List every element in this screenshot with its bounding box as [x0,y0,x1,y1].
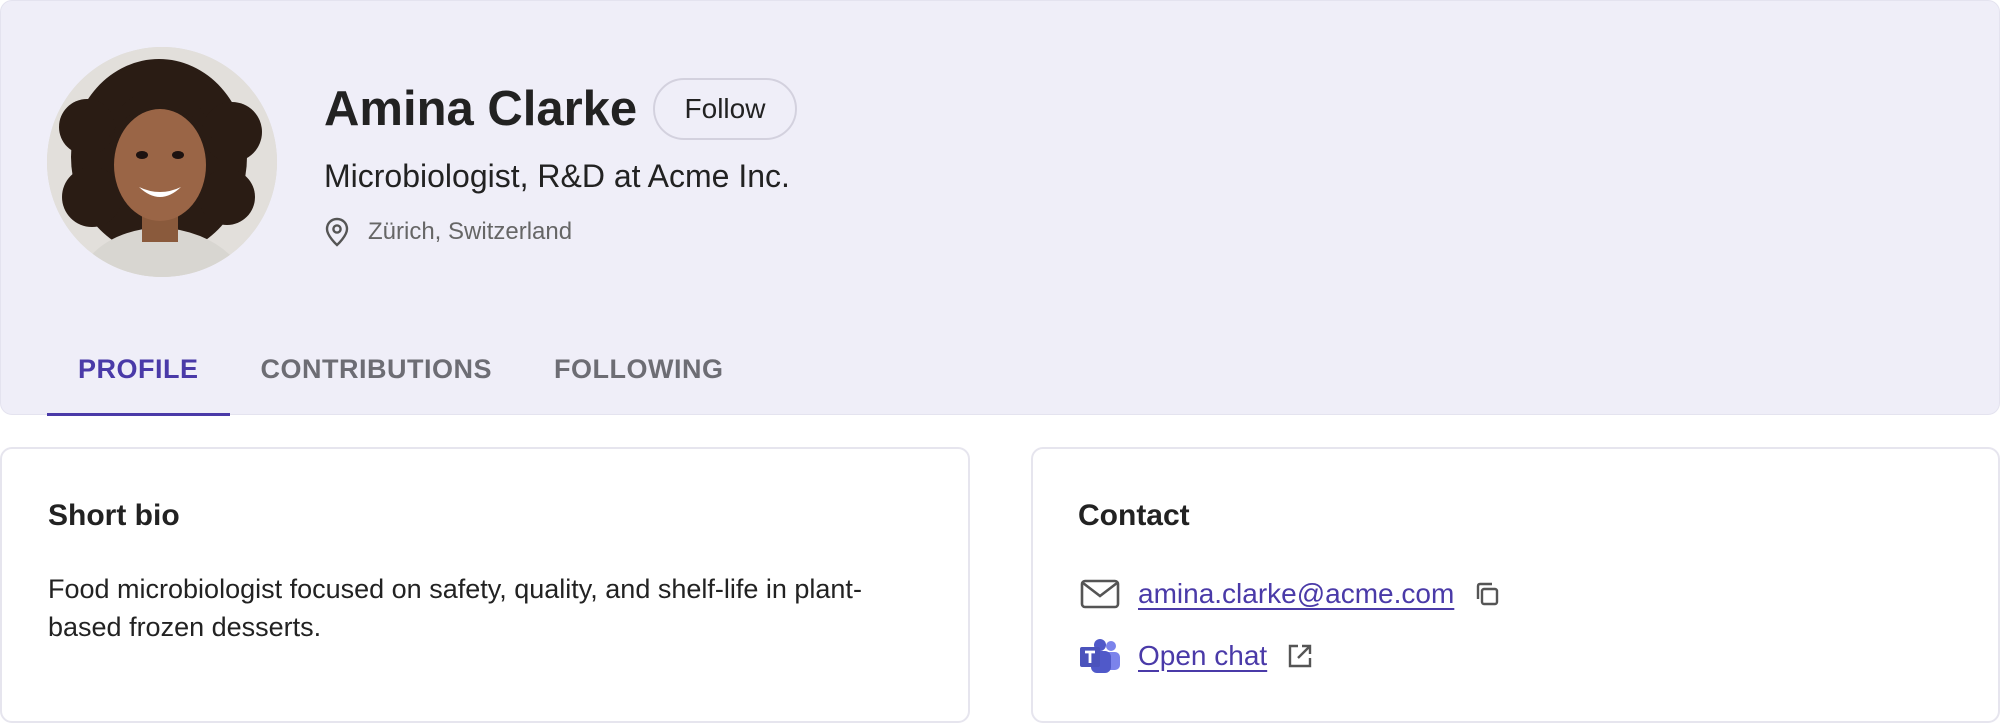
tab-profile[interactable]: PROFILE [47,336,230,416]
short-bio-card: Short bio Food microbiologist focused on… [0,447,970,723]
chat-row: Open chat [1078,634,1315,678]
bio-text: Food microbiologist focused on safety, q… [48,574,862,642]
contact-card: Contact amina.clarke@acme.com Open chat [1031,447,2000,723]
open-chat-link[interactable]: Open chat [1138,640,1267,672]
profile-name: Amina Clarke [324,82,638,136]
follow-button[interactable]: Follow [653,78,797,140]
job-title: Microbiologist, R&D at Acme Inc. [324,158,790,194]
location-pin-icon [324,215,354,249]
mail-icon [1078,572,1122,616]
location: Zürich, Switzerland [324,215,572,249]
profile-tabs: PROFILE CONTRIBUTIONS FOLLOWING [47,336,754,416]
teams-icon [1078,634,1122,678]
external-link-icon[interactable] [1285,641,1315,671]
tab-contributions[interactable]: CONTRIBUTIONS [230,336,524,416]
email-row: amina.clarke@acme.com [1078,572,1502,616]
location-text: Zürich, Switzerland [368,218,573,245]
avatar [47,47,277,277]
tab-following[interactable]: FOLLOWING [523,336,754,416]
email-link[interactable]: amina.clarke@acme.com [1138,578,1454,610]
copy-icon[interactable] [1472,579,1502,609]
profile-header: Amina Clarke Follow Microbiologist, R&D … [0,0,2000,416]
bio-heading: Short bio [48,499,180,532]
contact-heading: Contact [1078,499,1190,532]
